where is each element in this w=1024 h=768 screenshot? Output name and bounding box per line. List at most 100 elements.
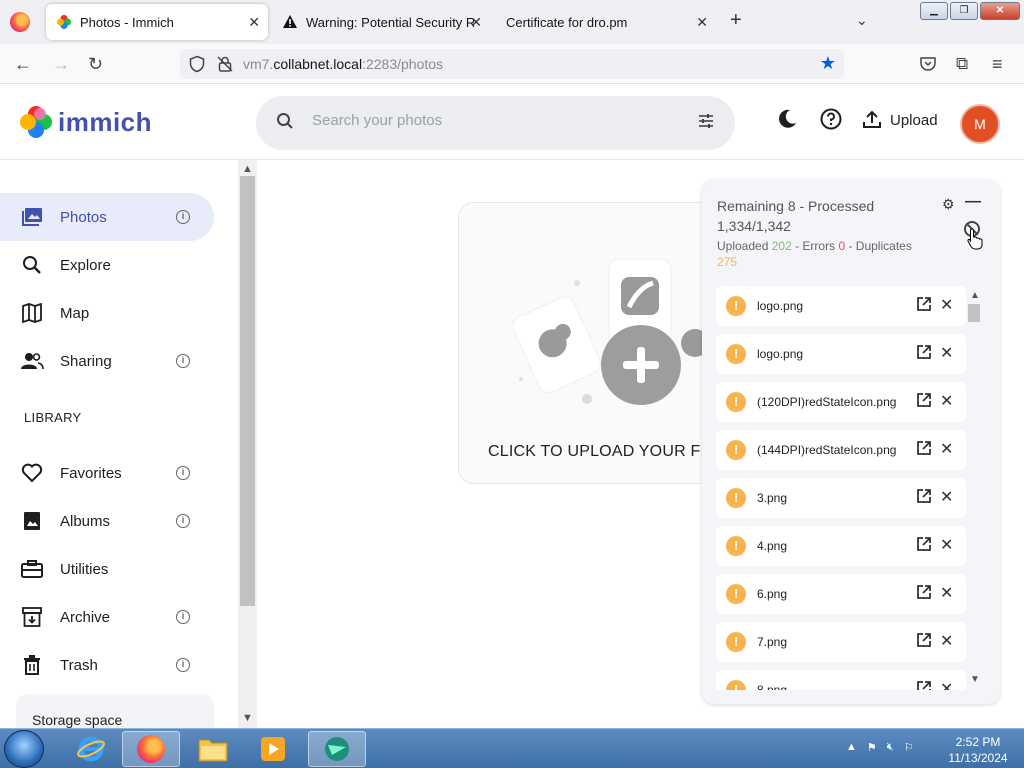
tab-close-icon[interactable]: ✕ [696,14,708,31]
search-icon[interactable] [276,112,294,130]
info-icon[interactable]: i [176,514,190,528]
show-hidden-icons-icon[interactable]: ▲ [846,741,857,754]
upload-file-list[interactable]: ! logo.png ✕ ! logo.png ✕ ! (120DPI)redStateIco… [716,286,968,690]
remove-file-icon[interactable]: ✕ [940,487,953,507]
action-center-icon[interactable]: ⚑ [867,741,877,754]
upload-list-scrollbar-thumb[interactable] [968,304,980,322]
open-in-new-icon[interactable] [916,584,932,600]
sidebar-scrollbar-thumb[interactable] [240,176,255,606]
internet-explorer-icon[interactable] [62,731,120,767]
windows-taskbar: ▲ ⚑ 🔇︎ ⚐ 2:52 PM 11/13/2024 [0,728,1024,768]
info-icon[interactable]: i [176,658,190,672]
sidebar-item-sharing[interactable]: Sharing i [0,337,214,385]
new-tab-icon[interactable]: + [730,9,742,32]
media-player-icon[interactable] [244,731,302,767]
sidebar-item-utilities[interactable]: Utilities [0,545,214,593]
tab-close-icon[interactable]: ✕ [248,14,260,31]
reload-icon[interactable]: ↻ [88,54,103,75]
info-icon[interactable]: i [176,354,190,368]
tab-certificate[interactable]: Certificate for dro.pm ✕ [494,4,716,40]
immich-logo[interactable]: immich [20,106,152,138]
back-icon[interactable]: ← [14,54,32,75]
sidebar-item-archive[interactable]: Archive i [0,593,214,641]
remove-file-icon[interactable]: ✕ [940,535,953,555]
remove-file-icon[interactable]: ✕ [940,343,953,363]
network-icon[interactable]: ⚐ [904,741,914,754]
open-in-new-icon[interactable] [916,296,932,312]
upload-file-row[interactable]: ! 4.png ✕ [716,526,966,566]
sidebar-item-trash[interactable]: Trash i [0,641,214,689]
sidebar-item-map[interactable]: Map [0,289,214,337]
firefox-taskbar-icon[interactable] [122,731,180,767]
forward-icon[interactable]: → [52,54,70,75]
remove-file-icon[interactable]: ✕ [940,679,953,690]
insecure-lock-icon[interactable] [216,55,234,73]
scroll-up-arrow-icon[interactable]: ▲ [970,290,980,301]
remove-file-icon[interactable]: ✕ [940,295,953,315]
remove-file-icon[interactable]: ✕ [940,439,953,459]
info-icon[interactable]: i [176,466,190,480]
errors-label: Errors [802,239,836,253]
menu-icon[interactable]: ≡ [992,54,1003,75]
upload-file-row[interactable]: ! (120DPI)redStateIcon.png ✕ [716,382,966,422]
open-in-new-icon[interactable] [916,344,932,360]
shield-icon[interactable] [188,55,206,73]
start-button[interactable] [4,730,44,768]
tab-security-warning[interactable]: Warning: Potential Security Risk ✕ [272,4,490,40]
scroll-down-arrow-icon[interactable]: ▼ [242,712,253,724]
upload-file-row[interactable]: ! logo.png ✕ [716,286,966,326]
user-avatar[interactable]: M [960,104,1000,144]
search-filter-icon[interactable] [697,112,715,130]
sidebar-item-albums[interactable]: Albums i [0,497,214,545]
minimize-panel-icon[interactable]: — [965,193,981,211]
remove-file-icon[interactable]: ✕ [940,631,953,651]
upload-file-row[interactable]: ! (144DPI)redStateIcon.png ✕ [716,430,966,470]
upload-icon [863,110,881,128]
volume-muted-icon[interactable]: 🔇︎ [887,741,894,754]
upload-file-row[interactable]: ! 6.png ✕ [716,574,966,614]
sidebar-item-favorites[interactable]: Favorites i [0,449,214,497]
upload-file-row[interactable]: ! logo.png ✕ [716,334,966,374]
upload-file-row[interactable]: ! 7.png ✕ [716,622,966,662]
upload-file-row[interactable]: ! 3.png ✕ [716,478,966,518]
tab-close-icon[interactable]: ✕ [470,14,482,31]
open-in-new-icon[interactable] [916,632,932,648]
file-explorer-icon[interactable] [184,731,242,767]
url-bar[interactable]: vm7.collabnet.local:2283/photos ★ [180,49,844,79]
restore-window-icon[interactable]: ❐ [950,2,978,20]
info-icon[interactable]: i [176,610,190,624]
search-input[interactable] [312,112,672,129]
upload-prompt-text[interactable]: CLICK TO UPLOAD YOUR FI [488,443,705,461]
close-window-icon[interactable]: ✕ [980,2,1020,20]
remove-file-icon[interactable]: ✕ [940,583,953,603]
search-bar[interactable] [256,96,735,150]
warning-status-icon: ! [726,440,746,460]
open-in-new-icon[interactable] [916,440,932,456]
sidebar-item-explore[interactable]: Explore [0,241,214,289]
firefox-logo-icon[interactable] [10,12,30,32]
sidebar-item-photos[interactable]: Photos i [0,193,214,241]
open-in-new-icon[interactable] [916,536,932,552]
open-in-new-icon[interactable] [916,488,932,504]
url-text[interactable]: vm7.collabnet.local:2283/photos [243,56,443,72]
open-in-new-icon[interactable] [916,680,932,690]
upload-list-scrollbar[interactable] [966,288,982,688]
remote-app-icon[interactable] [308,731,366,767]
pocket-icon[interactable] [919,55,937,73]
open-in-new-icon[interactable] [916,392,932,408]
extensions-icon[interactable]: ⧉ [956,54,968,74]
scroll-down-arrow-icon[interactable]: ▼ [970,674,980,685]
remove-file-icon[interactable]: ✕ [940,391,953,411]
tab-photos-immich[interactable]: Photos - Immich ✕ [46,4,268,40]
info-icon[interactable]: i [176,210,190,224]
dark-mode-moon-icon[interactable] [776,108,798,130]
upload-file-row[interactable]: ! 8.png ✕ [716,670,966,690]
upload-settings-gear-icon[interactable]: ⚙ [942,196,955,213]
bookmark-star-icon[interactable]: ★ [820,53,836,74]
list-all-tabs-icon[interactable]: ⌄ [856,12,868,29]
minimize-window-icon[interactable]: ▁ [920,2,948,20]
system-clock[interactable]: 2:52 PM 11/13/2024 [938,734,1018,766]
upload-button[interactable]: Upload [862,110,938,130]
scroll-up-arrow-icon[interactable]: ▲ [242,163,253,175]
help-icon[interactable] [820,108,842,130]
